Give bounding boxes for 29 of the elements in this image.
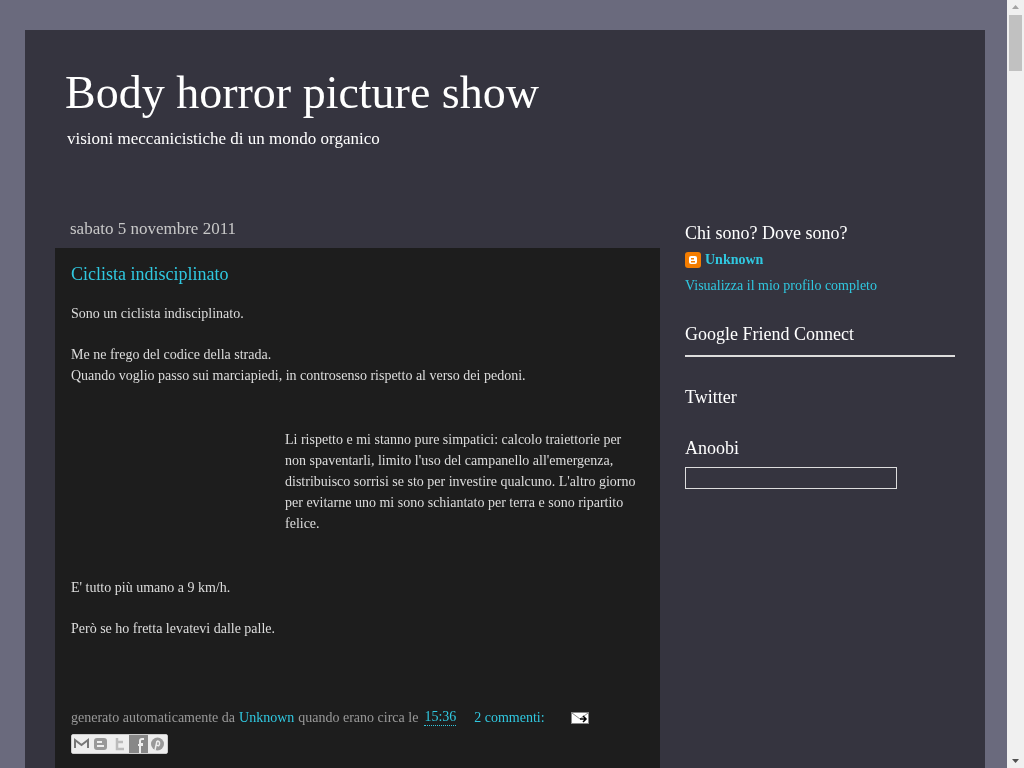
widget-title: Google Friend Connect [685,324,855,345]
pin-share-icon[interactable] [148,735,167,753]
post-paragraph: Sono un ciclista indisciplinato. [71,305,245,323]
blog-title: Body horror picture show [65,68,540,119]
profile-link[interactable]: Visualizza il mio profilo completo [685,278,955,294]
bird-share-icon[interactable] [110,735,129,753]
blog-share-icon[interactable] [91,735,110,753]
post-footer-text: quando erano circa le [298,709,419,726]
post-paragraph: Però se ho fretta levatevi dalle palle. [71,620,277,638]
blog-description: visioni meccanicistiche di un mondo organico [67,128,381,149]
blogger-icon [685,252,701,268]
post-paragraph: E' tutto più umano a 9 km/h. [71,579,232,597]
profile-name-link[interactable]: Unknown [705,252,764,268]
email-share-icon[interactable] [72,735,91,753]
widget-title: Anoobi [685,438,740,459]
comments-link[interactable]: 2 commenti: [474,709,545,726]
post-date: sabato 5 novembre 2011 [69,218,238,240]
post-title[interactable]: Ciclista indisciplinato [71,264,644,285]
author-link[interactable]: Unknown [239,709,295,726]
widget-title: Chi sono? Dove sono? [685,223,849,244]
post-paragraph: Me ne frego del codice della strada. Quando voglio passo sui marciapiedi, in controsenso rispetto al verso dei pedoni. [71,346,527,385]
time-link[interactable]: 15:36 [424,709,457,726]
post-footer-text: generato automaticamente da [71,709,236,726]
scrollbar-thumb[interactable] [1009,15,1022,71]
widget-title: Twitter [685,387,738,408]
scrollbar[interactable] [1007,0,1024,768]
post-paragraph: Li rispetto e mi stanno pure simpatici: calcolo traiettorie per non spaventarli, limito l'uso del campanello all'emergenza, distribuisco sorrisi se sto per investire qualcuno. L'altro giorno per evitarne uno mi sono schiantato per terra e sono ripartito felice. [285,431,637,533]
email-post-icon[interactable] [570,711,589,724]
facebook-share-icon[interactable] [129,735,148,753]
